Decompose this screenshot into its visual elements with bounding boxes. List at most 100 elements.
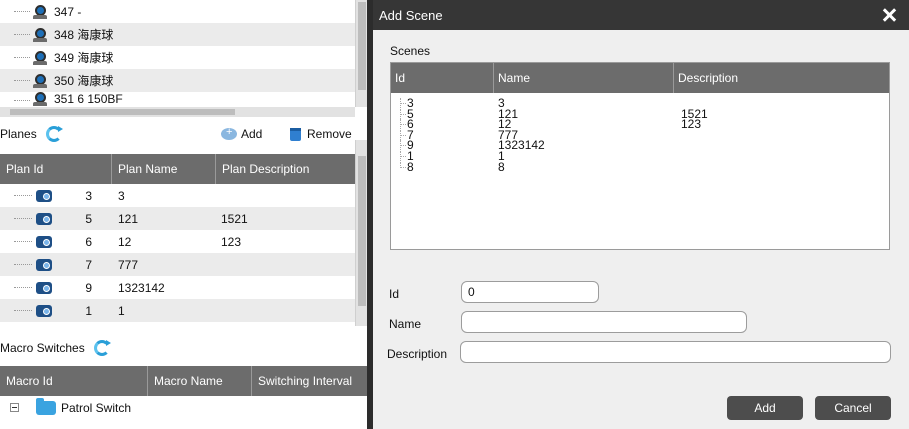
column-header[interactable]: Name: [494, 63, 674, 93]
column-header[interactable]: Description: [674, 63, 889, 93]
plan-id: 7: [85, 257, 92, 272]
camera-label: 351 6 150BF: [54, 92, 123, 106]
camera-icon: [32, 27, 48, 42]
macro-title: Macro Switches: [0, 341, 85, 355]
name-field[interactable]: [461, 311, 747, 333]
plan-id: 3: [85, 188, 92, 203]
description-field[interactable]: [460, 341, 891, 363]
column-header[interactable]: Plan Name: [112, 154, 216, 184]
refresh-icon[interactable]: [93, 339, 111, 357]
macro-header: Macro Switches: [0, 334, 367, 362]
projector-icon: [34, 257, 54, 273]
table-row[interactable]: 3 3: [0, 184, 355, 207]
table-row[interactable]: 5 121 1521: [391, 108, 889, 120]
table-row[interactable]: 1 1: [0, 299, 355, 322]
tree-line: [14, 34, 30, 35]
camera-label: 348 海康球: [54, 28, 114, 42]
scenes-table: Id Name Description 33 5 121 1521 6 12 123 7…: [390, 62, 890, 250]
table-row[interactable]: 6 12 123: [391, 117, 889, 132]
table-row[interactable]: 33: [391, 97, 889, 109]
cancel-button[interactable]: Cancel: [815, 396, 891, 420]
remove-label: Remove: [307, 127, 352, 141]
plan-description: 1521: [221, 211, 248, 226]
column-header[interactable]: Macro Name: [148, 366, 252, 396]
camera-icon: [32, 92, 48, 106]
add-label: Add: [241, 127, 263, 141]
description-label: Description: [387, 347, 448, 361]
table-row[interactable]: 6 12 123: [0, 230, 355, 253]
projector-icon: [34, 303, 54, 319]
projector-icon: [34, 234, 54, 250]
projector-icon: [34, 280, 54, 296]
list-item[interactable]: 349 海康球: [0, 46, 355, 69]
scene-name: 1323142: [498, 138, 545, 153]
column-header[interactable]: Id: [391, 63, 494, 93]
table-row[interactable]: 7 777: [391, 129, 889, 141]
plan-id: 5: [85, 211, 92, 226]
add-plan-button[interactable]: Add: [221, 126, 263, 141]
table-row[interactable]: 11: [391, 150, 889, 162]
scenes-label: Scenes: [390, 44, 431, 58]
planes-table-header: Plan Id Plan Name Plan Description: [0, 154, 355, 184]
tree-line: [14, 57, 30, 58]
scene-description: 123: [681, 117, 702, 132]
id-label: Id: [389, 287, 400, 301]
scrollbar-thumb[interactable]: [358, 2, 366, 90]
list-item[interactable]: 348 海康球: [0, 23, 355, 46]
column-header[interactable]: Macro Id: [0, 366, 148, 396]
tree-line: [14, 11, 30, 12]
table-row[interactable]: 88: [391, 159, 889, 174]
column-header[interactable]: Plan Id: [0, 154, 112, 184]
refresh-icon[interactable]: [45, 125, 63, 143]
add-scene-dialog: Add Scene Scenes Id Name Description 33 …: [373, 0, 909, 429]
collapse-toggle-icon[interactable]: [10, 403, 19, 412]
list-item[interactable]: 347 -: [0, 0, 355, 23]
plan-name: 1: [118, 303, 125, 318]
left-panel: 347 - 348 海康球 349 海康球 350 海康球 351 6 150B…: [0, 0, 367, 429]
dialog-titlebar: Add Scene: [373, 0, 909, 30]
list-item[interactable]: 350 海康球: [0, 69, 355, 92]
plan-name: 1323142: [118, 280, 165, 295]
table-row[interactable]: 9 1323142: [391, 138, 889, 153]
scene-name: 8: [498, 159, 505, 174]
remove-plan-button[interactable]: Remove: [290, 127, 352, 141]
projector-icon: [34, 211, 54, 227]
scrollbar-thumb[interactable]: [358, 156, 366, 306]
camera-icon: [32, 50, 48, 65]
plan-description: 123: [221, 234, 242, 249]
camera-list-hscrollbar[interactable]: [0, 107, 355, 117]
table-row[interactable]: Patrol Switch: [0, 396, 367, 419]
macro-table-body: Patrol Switch: [0, 396, 367, 419]
add-button[interactable]: Add: [727, 396, 803, 420]
table-row[interactable]: 7 777: [0, 253, 355, 276]
camera-label: 350 海康球: [54, 74, 114, 88]
planes-table-body: 3 3 5 121 1521 6 12 123 7 777 9 1323142 …: [0, 184, 355, 322]
macro-table-header: Macro Id Macro Name Switching Interval: [0, 366, 367, 396]
tree-line: [14, 80, 30, 81]
scenes-table-body: 33 5 121 1521 6 12 123 7 777 9 1323142 11 88: [391, 97, 889, 174]
tree-line: [14, 100, 30, 101]
id-field[interactable]: 0: [461, 281, 599, 303]
column-header[interactable]: Switching Interval: [252, 366, 367, 396]
plan-name: 121: [118, 211, 139, 226]
plan-name: 12: [118, 234, 132, 249]
name-label: Name: [389, 317, 422, 331]
planes-title: Planes: [0, 127, 37, 141]
close-icon[interactable]: [881, 7, 897, 23]
camera-icon: [32, 73, 48, 88]
table-row[interactable]: 9 1323142: [0, 276, 355, 299]
plan-id: 9: [85, 280, 92, 295]
plan-name: 777: [118, 257, 139, 272]
dialog-title: Add Scene: [379, 7, 443, 23]
plan-id: 1: [85, 303, 92, 318]
scrollbar-thumb[interactable]: [10, 109, 235, 115]
plan-name: 3: [118, 188, 125, 203]
planes-scrollbar[interactable]: [355, 140, 367, 326]
list-item[interactable]: 351 6 150BF: [0, 92, 355, 106]
scenes-table-header: Id Name Description: [391, 63, 889, 93]
column-header[interactable]: Plan Description: [216, 154, 355, 184]
plan-id: 6: [85, 234, 92, 249]
camera-list-scrollbar[interactable]: [355, 0, 367, 107]
folder-icon: [36, 398, 56, 415]
table-row[interactable]: 5 121 1521: [0, 207, 355, 230]
